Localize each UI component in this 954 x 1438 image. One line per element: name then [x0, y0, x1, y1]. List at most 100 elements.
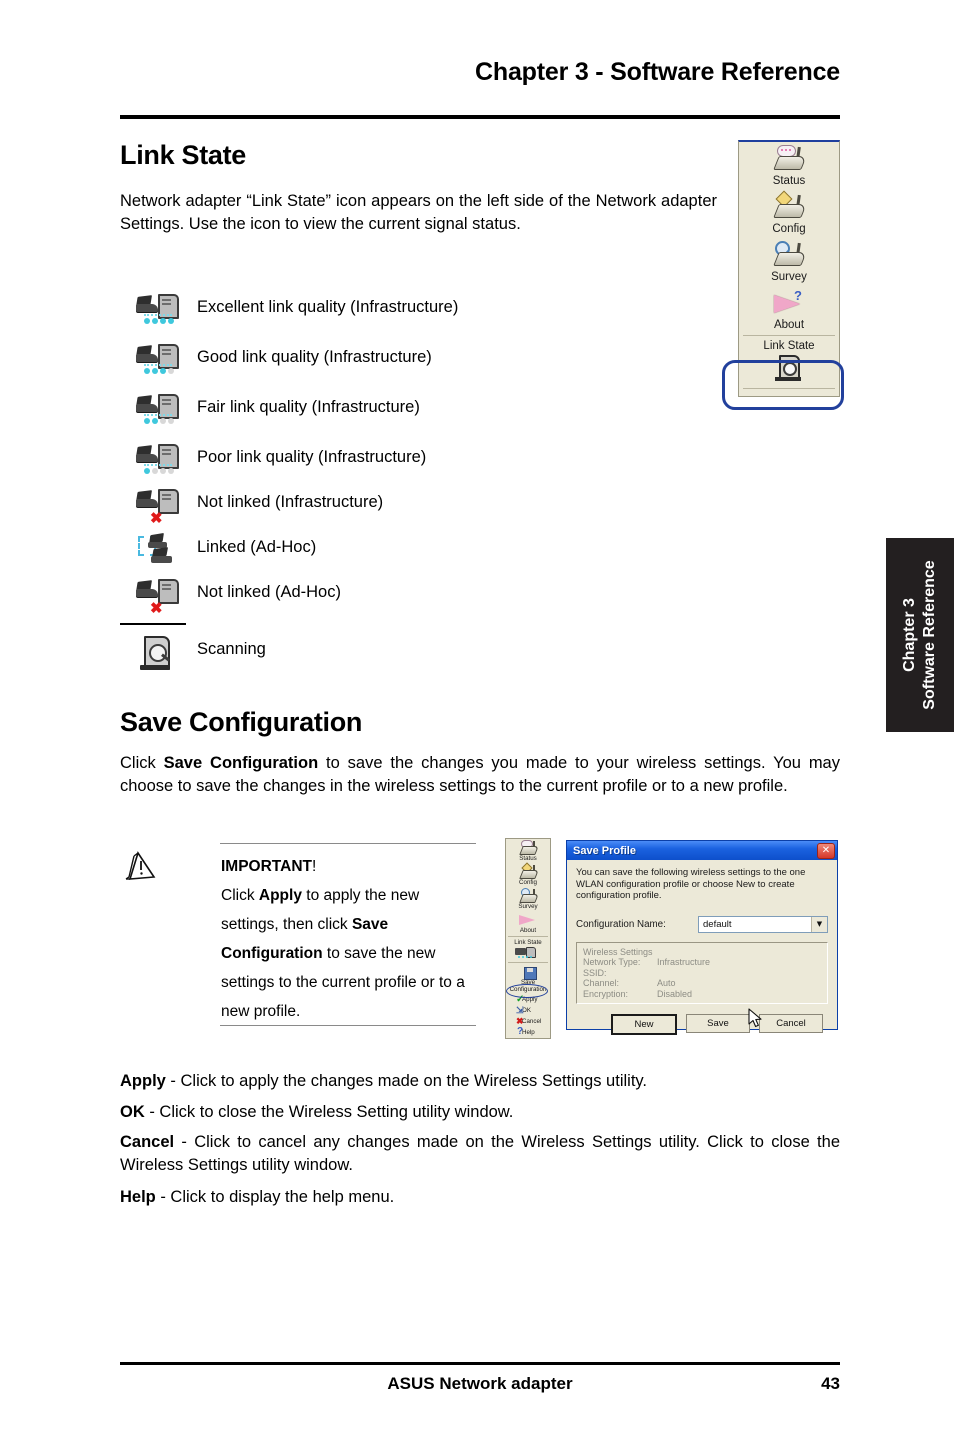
cancel-button[interactable]: Cancel	[759, 1013, 823, 1033]
mini-item-label: Status	[519, 855, 537, 862]
mini-item-cancel[interactable]: ✖ Cancel	[506, 1016, 550, 1027]
mini-item-label: Survey	[518, 903, 538, 910]
side-tab-text: Chapter 3 Software Reference	[900, 560, 940, 709]
mini-item-about[interactable]: About	[506, 911, 550, 935]
chevron-down-icon[interactable]: ▼	[811, 916, 827, 932]
config-icon	[508, 862, 548, 879]
mini-item-link-state[interactable]: Link State	[506, 938, 550, 961]
dialog-button-row: New Save Cancel	[576, 1013, 828, 1035]
panel-item-about[interactable]: ? About	[739, 286, 839, 334]
not-linked-adhoc-icon: ✖	[136, 577, 182, 617]
note-divider-top	[220, 843, 476, 844]
settings-value: Infrastructure	[657, 957, 711, 967]
save-button[interactable]: Save	[686, 1013, 750, 1033]
cancel-x-icon: ✖	[516, 1016, 524, 1026]
linked-adhoc-icon	[136, 532, 182, 572]
scanning-icon	[136, 634, 182, 674]
list-item-label: Excellent link quality (Infrastructure)	[197, 298, 459, 316]
apply-description: Apply - Click to apply the changes made …	[120, 1070, 840, 1093]
new-button[interactable]: New	[611, 1013, 677, 1035]
list-item: ✖ Not linked (Infrastructure)	[120, 485, 680, 530]
settings-row: SSID:	[583, 968, 821, 979]
settings-key: SSID:	[583, 967, 607, 978]
note-text: Click Apply to apply the new settings, t…	[221, 887, 465, 1020]
list-item: Good link quality (Infrastructure)	[120, 340, 680, 390]
list-item-label: Linked (Ad-Hoc)	[197, 538, 317, 556]
dialog-titlebar: Save Profile ✕	[567, 841, 837, 860]
ok-description: OK - Click to close the Wireless Setting…	[120, 1101, 840, 1124]
link-state-intro: Network adapter “Link State” icon appear…	[120, 192, 717, 233]
term-help: Help	[120, 1188, 156, 1206]
configuration-name-value: default	[703, 918, 732, 930]
mini-item-apply[interactable]: ✓ Apply	[506, 994, 550, 1005]
dialog-description: You can save the following wireless sett…	[576, 867, 806, 901]
settings-title: Wireless Settings	[583, 947, 821, 958]
list-item: Fair link quality (Infrastructure)	[120, 390, 680, 440]
list-item-label: Poor link quality (Infrastructure)	[197, 448, 427, 466]
status-icon	[508, 840, 548, 855]
mini-item-config[interactable]: Config	[506, 862, 550, 887]
not-linked-infrastructure-icon: ✖	[136, 487, 182, 527]
settings-value: Disabled	[657, 988, 693, 999]
panel-item-survey[interactable]: Survey	[739, 238, 839, 286]
ok-icon: ⇲	[516, 1005, 524, 1015]
term-ok: OK	[120, 1103, 145, 1121]
close-icon[interactable]: ✕	[817, 842, 835, 859]
note-title-suffix: !	[311, 858, 317, 875]
configuration-name-select[interactable]: default ▼	[698, 915, 828, 933]
mini-item-survey[interactable]: Survey	[506, 887, 550, 911]
settings-key: Network Type:	[583, 957, 641, 967]
list-item-label: Good link quality (Infrastructure)	[197, 348, 432, 366]
list-item: Linked (Ad-Hoc)	[120, 530, 680, 575]
panel-divider	[743, 335, 835, 336]
header-divider	[120, 115, 840, 119]
save-configuration-intro: Click Save Configuration to save the cha…	[120, 754, 840, 795]
list-item: Scanning	[120, 632, 680, 677]
mini-item-status[interactable]: Status	[506, 839, 550, 863]
mini-divider	[508, 936, 548, 937]
panel-item-config[interactable]: Config	[739, 190, 839, 238]
link-state-heading: Link State	[120, 140, 247, 170]
cancel-description: Cancel - Click to cancel any changes mad…	[120, 1131, 840, 1177]
list-item-label: Not linked (Ad-Hoc)	[197, 583, 341, 601]
save-configuration-heading: Save Configuration	[120, 707, 363, 737]
warning-icon	[124, 850, 162, 884]
panel-item-label: Link State	[763, 340, 815, 352]
list-item: Excellent link quality (Infrastructure)	[120, 290, 680, 340]
important-note: IMPORTANT! Click Apply to apply the new …	[221, 852, 477, 1026]
mini-item-label: Cancel	[522, 1018, 542, 1025]
link-state-scanner-icon	[766, 353, 812, 385]
term-apply: Apply	[120, 1072, 166, 1090]
signal-good-icon	[136, 342, 182, 382]
wireless-utility-panel: Status Config Survey ? About Link State	[738, 140, 840, 397]
term-cancel: Cancel	[120, 1133, 175, 1151]
ok-description-text: - Click to close the Wireless Setting ut…	[144, 1103, 514, 1121]
help-description: Help - Click to display the help menu.	[120, 1186, 840, 1209]
mini-item-label: Link State	[514, 939, 542, 946]
list-item: ✖ Not linked (Ad-Hoc)	[120, 575, 680, 620]
configuration-name-field: Configuration Name: default ▼	[576, 915, 828, 933]
mini-item-help[interactable]: ? Help	[506, 1027, 550, 1038]
panel-item-link-state[interactable]: Link State	[739, 337, 839, 387]
note-title: IMPORTANT	[221, 858, 312, 875]
footer-divider	[120, 1362, 840, 1365]
side-tab-line1: Chapter 3	[901, 598, 918, 672]
settings-row: Encryption: Disabled	[583, 989, 821, 1000]
page-title: Chapter 3 - Software Reference	[475, 58, 840, 86]
mini-divider	[508, 962, 548, 963]
survey-icon	[508, 888, 548, 903]
mini-item-save-configuration[interactable]: Save Configuration	[506, 964, 550, 994]
list-item-label: Not linked (Infrastructure)	[197, 493, 384, 511]
apply-check-icon: ✓	[516, 994, 525, 1005]
panel-item-label: Status	[772, 175, 806, 187]
configuration-name-label: Configuration Name:	[576, 918, 666, 930]
link-state-icon-list: Excellent link quality (Infrastructure) …	[120, 290, 680, 677]
mini-item-ok[interactable]: ⇲ OK	[506, 1005, 550, 1016]
mini-item-label: Help	[522, 1029, 535, 1036]
status-icon	[766, 145, 812, 175]
panel-item-status[interactable]: Status	[739, 142, 839, 190]
settings-title-label: Wireless Settings	[583, 946, 653, 957]
panel-item-label: About	[773, 319, 805, 331]
cancel-description-text: - Click to cancel any changes made on th…	[120, 1133, 840, 1174]
settings-row: Channel: Auto	[583, 978, 821, 989]
